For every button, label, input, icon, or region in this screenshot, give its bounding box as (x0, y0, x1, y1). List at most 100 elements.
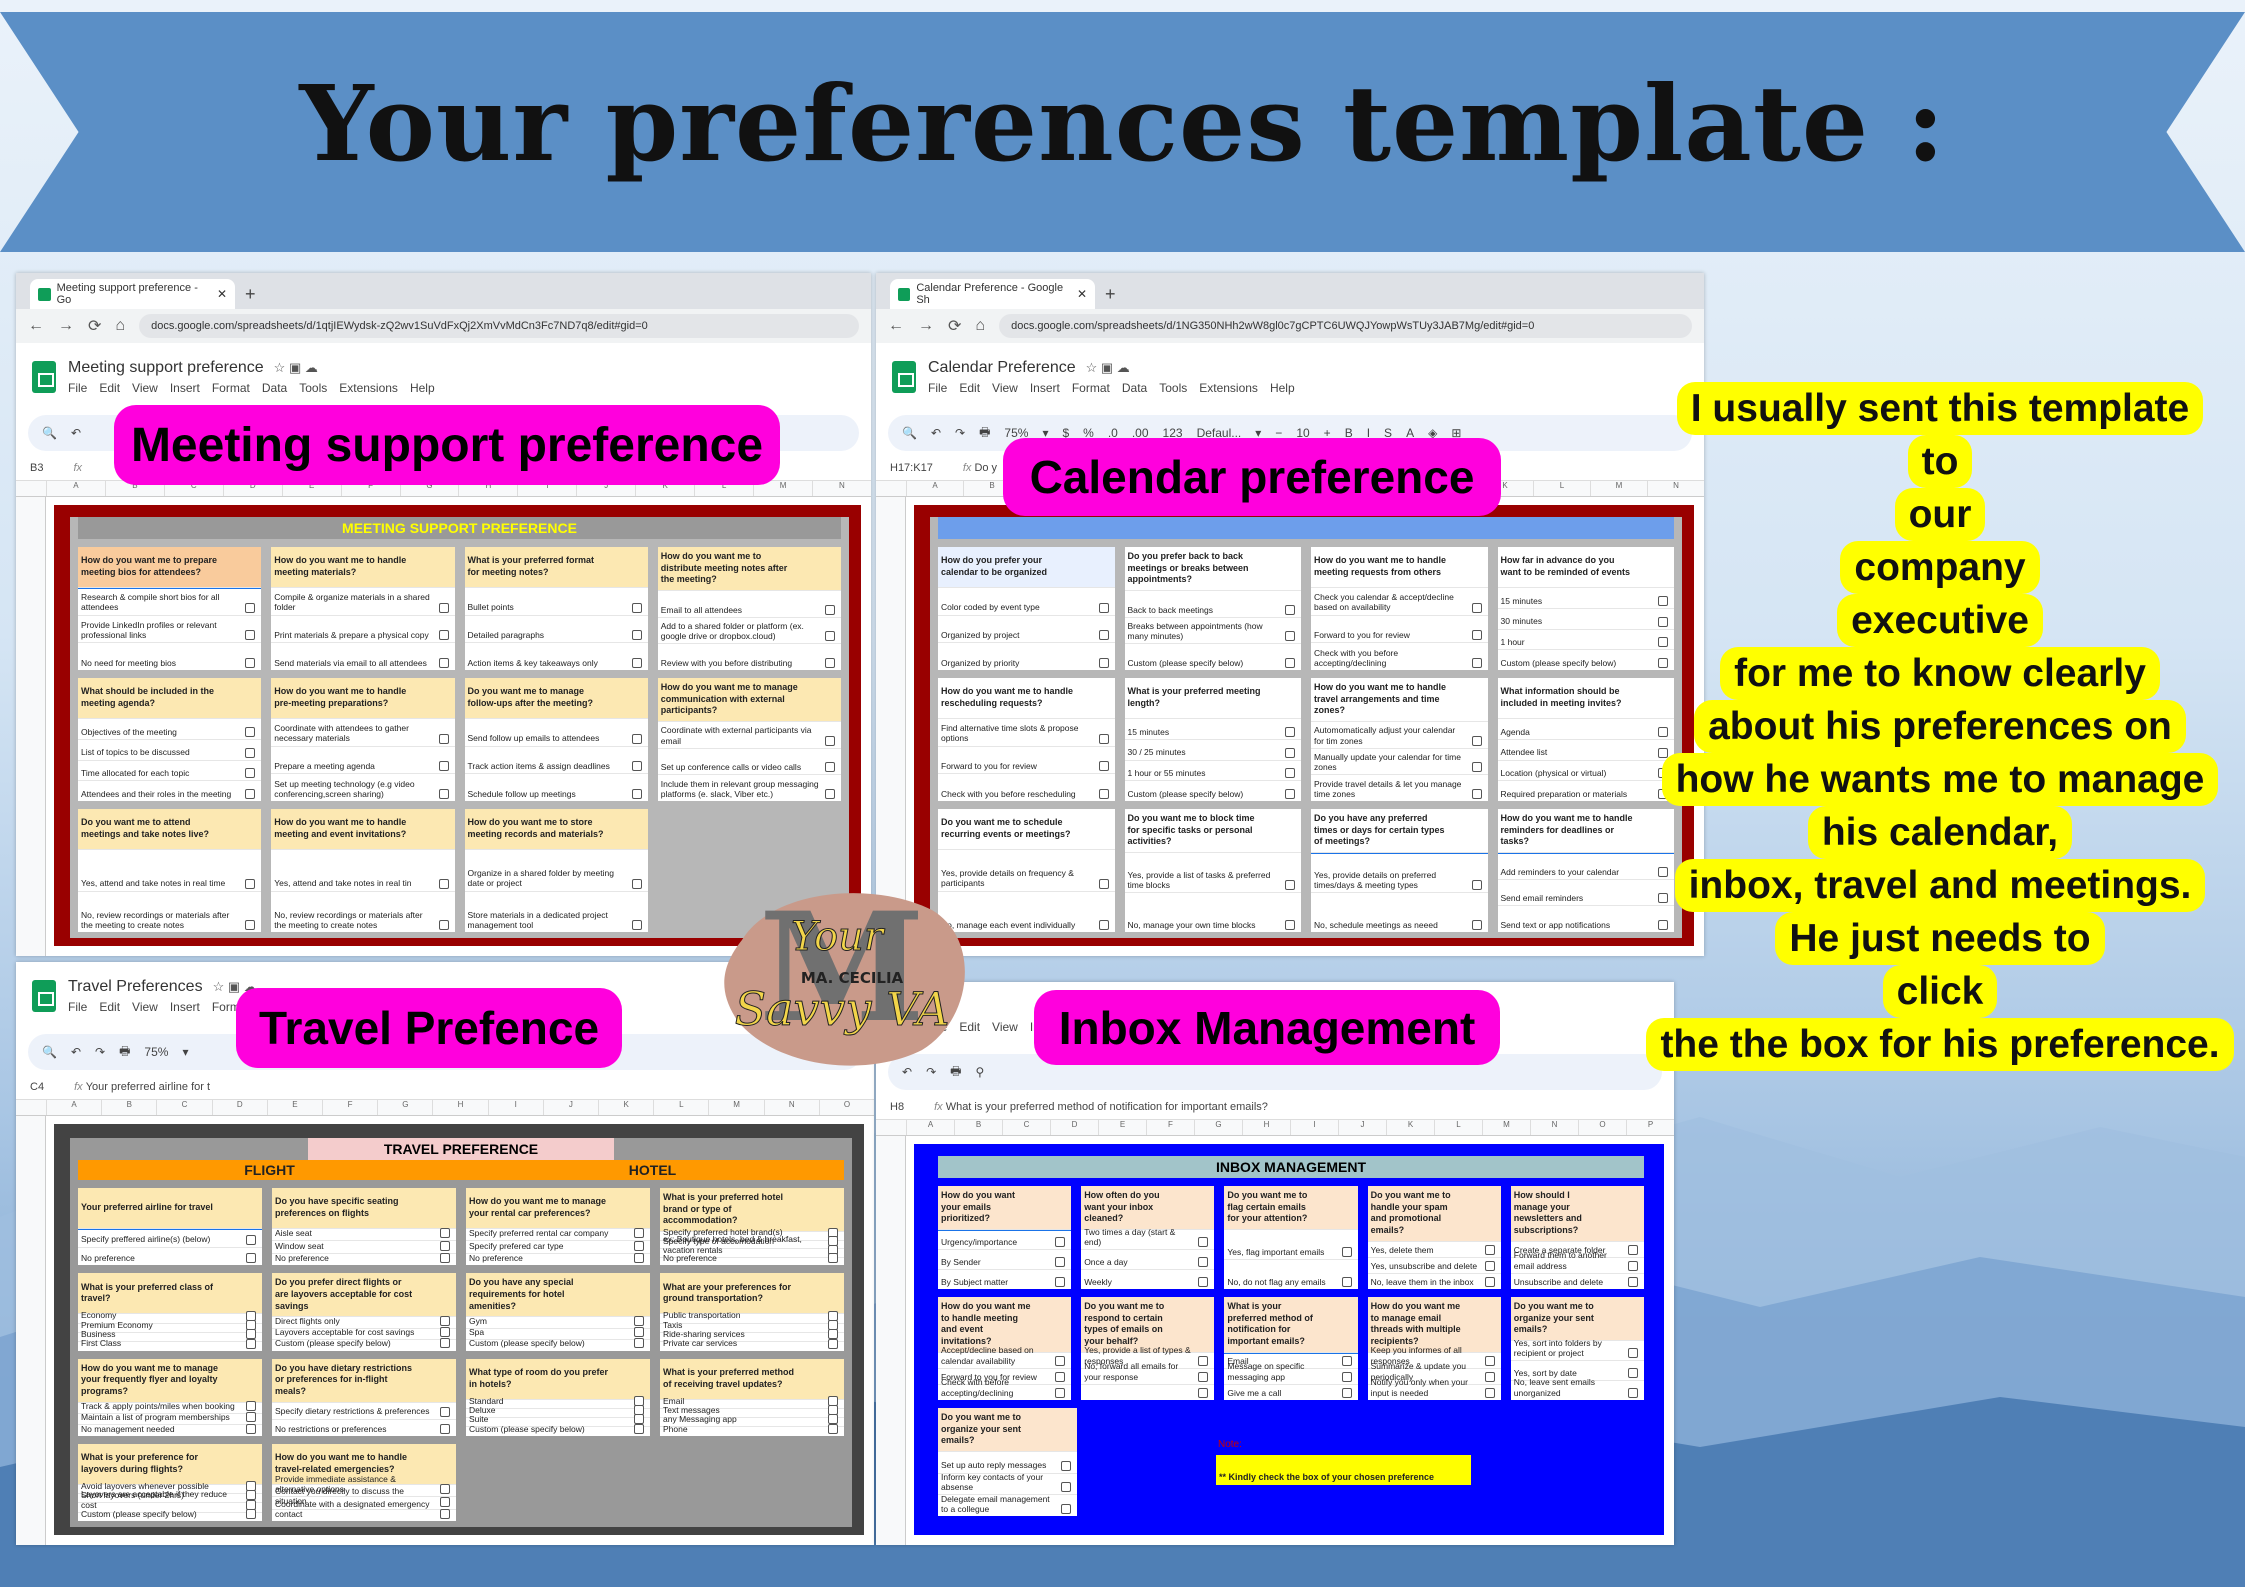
menu-item[interactable]: Format (212, 381, 250, 395)
menu-item[interactable]: File (928, 381, 947, 395)
column-header[interactable]: A (46, 1100, 101, 1115)
checkbox[interactable] (825, 631, 835, 642)
option-row[interactable]: By Sender (938, 1249, 1072, 1269)
option-row[interactable]: 30 / 25 minutes (1124, 738, 1301, 760)
checkbox[interactable] (440, 1327, 450, 1338)
option-row[interactable]: First Class (78, 1338, 262, 1350)
checkbox[interactable] (1055, 1355, 1066, 1366)
option-row[interactable]: Include them in relevant group messaging… (657, 774, 841, 801)
option-row[interactable]: Specify prefered car type (466, 1240, 650, 1252)
option-row[interactable]: Provide LinkedIn profiles or relevant pr… (78, 614, 262, 643)
option-row[interactable]: Check with before accepting/declining (938, 1377, 1072, 1400)
toolbar-button[interactable]: 🔍 (42, 426, 57, 440)
option-row[interactable]: Unsubscribe and delete (1510, 1272, 1644, 1289)
menu-item[interactable]: Insert (170, 381, 200, 395)
option-row[interactable]: Specify preferred rental car company (466, 1228, 650, 1240)
formula-input[interactable]: fx Your preferred airline for t (74, 1081, 210, 1093)
checkbox[interactable] (1341, 1246, 1352, 1257)
doc-title[interactable]: Calendar Preference (928, 359, 1076, 376)
checkbox[interactable] (631, 630, 642, 641)
cell-reference[interactable]: H17:K17 (890, 462, 933, 474)
checkbox[interactable] (1061, 1504, 1072, 1515)
option-row[interactable]: Bullet points (464, 587, 648, 615)
checkbox[interactable] (440, 1484, 450, 1495)
toolbar-button[interactable]: 🖶 (119, 1042, 130, 1063)
back-icon[interactable]: ← (28, 317, 44, 335)
option-row[interactable]: No, review recordings or materials after… (271, 890, 455, 933)
checkbox[interactable] (1198, 1256, 1209, 1267)
option-row[interactable]: Add to a shared folder or platform (ex. … (657, 616, 841, 644)
checkbox[interactable] (246, 1329, 256, 1340)
checkbox[interactable] (1341, 1276, 1352, 1287)
checkbox[interactable] (1285, 789, 1295, 799)
checkbox[interactable] (438, 789, 449, 800)
checkbox[interactable] (1098, 878, 1109, 889)
column-header[interactable]: H (1242, 1120, 1290, 1135)
browser-tab[interactable]: Meeting support preference - Go ✕ (30, 279, 235, 309)
menu-item[interactable]: Tools (1159, 381, 1187, 395)
option-row[interactable]: Deluxe (466, 1405, 650, 1417)
checkbox[interactable] (631, 878, 642, 889)
checkbox[interactable] (245, 920, 256, 930)
formula-input[interactable]: fx What is your preferred method of noti… (934, 1101, 1268, 1113)
checkbox[interactable] (1627, 1244, 1638, 1255)
option-row[interactable]: No preference (78, 1246, 262, 1266)
option-row[interactable]: Detailed paragraphs (464, 614, 648, 643)
forward-icon[interactable]: → (58, 317, 74, 335)
option-row[interactable]: Check with you before accepting/declinin… (1311, 642, 1488, 670)
checkbox[interactable] (245, 878, 256, 889)
checkbox[interactable] (828, 1414, 838, 1425)
column-header[interactable]: H (432, 1100, 487, 1115)
checkbox[interactable] (631, 733, 642, 744)
option-row[interactable]: Color coded by event type (938, 587, 1115, 615)
checkbox[interactable] (1098, 630, 1109, 641)
checkbox[interactable] (634, 1327, 644, 1338)
toolbar-button[interactable]: 🔍 (902, 426, 917, 440)
option-row[interactable]: Yes, attend and take notes in real tin (271, 849, 455, 891)
toolbar-button[interactable]: 🖶 (979, 423, 990, 444)
checkbox[interactable] (1098, 733, 1109, 744)
close-icon[interactable]: ✕ (217, 287, 227, 301)
menu-item[interactable]: Format (1072, 381, 1110, 395)
column-header[interactable]: J (542, 1100, 598, 1115)
url-field[interactable]: docs.google.com/spreadsheets/d/1NG350NHh… (999, 314, 1692, 338)
option-row[interactable]: Public transportation (660, 1310, 844, 1322)
menu-item[interactable]: Help (1270, 381, 1295, 395)
column-header[interactable]: L (653, 1100, 708, 1115)
toolbar-button[interactable]: ↶ (71, 1045, 81, 1059)
checkbox[interactable] (631, 658, 642, 669)
checkbox[interactable] (1285, 747, 1295, 758)
toolbar-button[interactable]: ↷ (955, 426, 965, 440)
toolbar-button[interactable]: ↶ (931, 426, 941, 440)
menu-item[interactable]: Extensions (339, 381, 398, 395)
checkbox[interactable] (438, 602, 449, 613)
column-header[interactable]: N (811, 481, 871, 496)
checkbox[interactable] (1471, 602, 1482, 613)
option-row[interactable]: Specify preffered airline(s) (below) (78, 1228, 262, 1247)
checkbox[interactable] (440, 1509, 450, 1520)
cell-reference[interactable]: H8 (890, 1101, 904, 1113)
browser-tab[interactable]: Calendar Preference - Google Sh ✕ (890, 279, 1095, 309)
menu-item[interactable]: Data (1122, 381, 1147, 395)
checkbox[interactable] (634, 1253, 644, 1264)
checkbox[interactable] (245, 789, 256, 799)
option-row[interactable]: Send materials via email to all attendee… (271, 642, 455, 670)
option-row[interactable]: No preference (466, 1252, 650, 1265)
option-row[interactable]: Send follow up emails to attendees (464, 718, 648, 746)
checkbox[interactable] (1341, 1355, 1352, 1366)
column-header[interactable]: A (906, 481, 963, 496)
column-header[interactable]: F (1146, 1120, 1194, 1135)
checkbox[interactable] (1055, 1276, 1066, 1287)
option-row[interactable]: Custom (please specify below) (78, 1509, 262, 1521)
checkbox[interactable] (1285, 631, 1295, 642)
checkbox[interactable] (1627, 1367, 1638, 1378)
option-row[interactable]: Two times a day (start & end) (1081, 1227, 1215, 1249)
column-header[interactable]: F (322, 1100, 377, 1115)
checkbox[interactable] (440, 1253, 450, 1264)
option-row[interactable]: Yes, unsubscribe and delete (1367, 1256, 1501, 1273)
checkbox[interactable] (634, 1338, 644, 1349)
option-row[interactable]: No, manage your own time blocks (1124, 892, 1301, 932)
checkbox[interactable] (1285, 880, 1295, 891)
checkbox[interactable] (1484, 1387, 1495, 1398)
menu-item[interactable]: Insert (170, 1000, 200, 1014)
